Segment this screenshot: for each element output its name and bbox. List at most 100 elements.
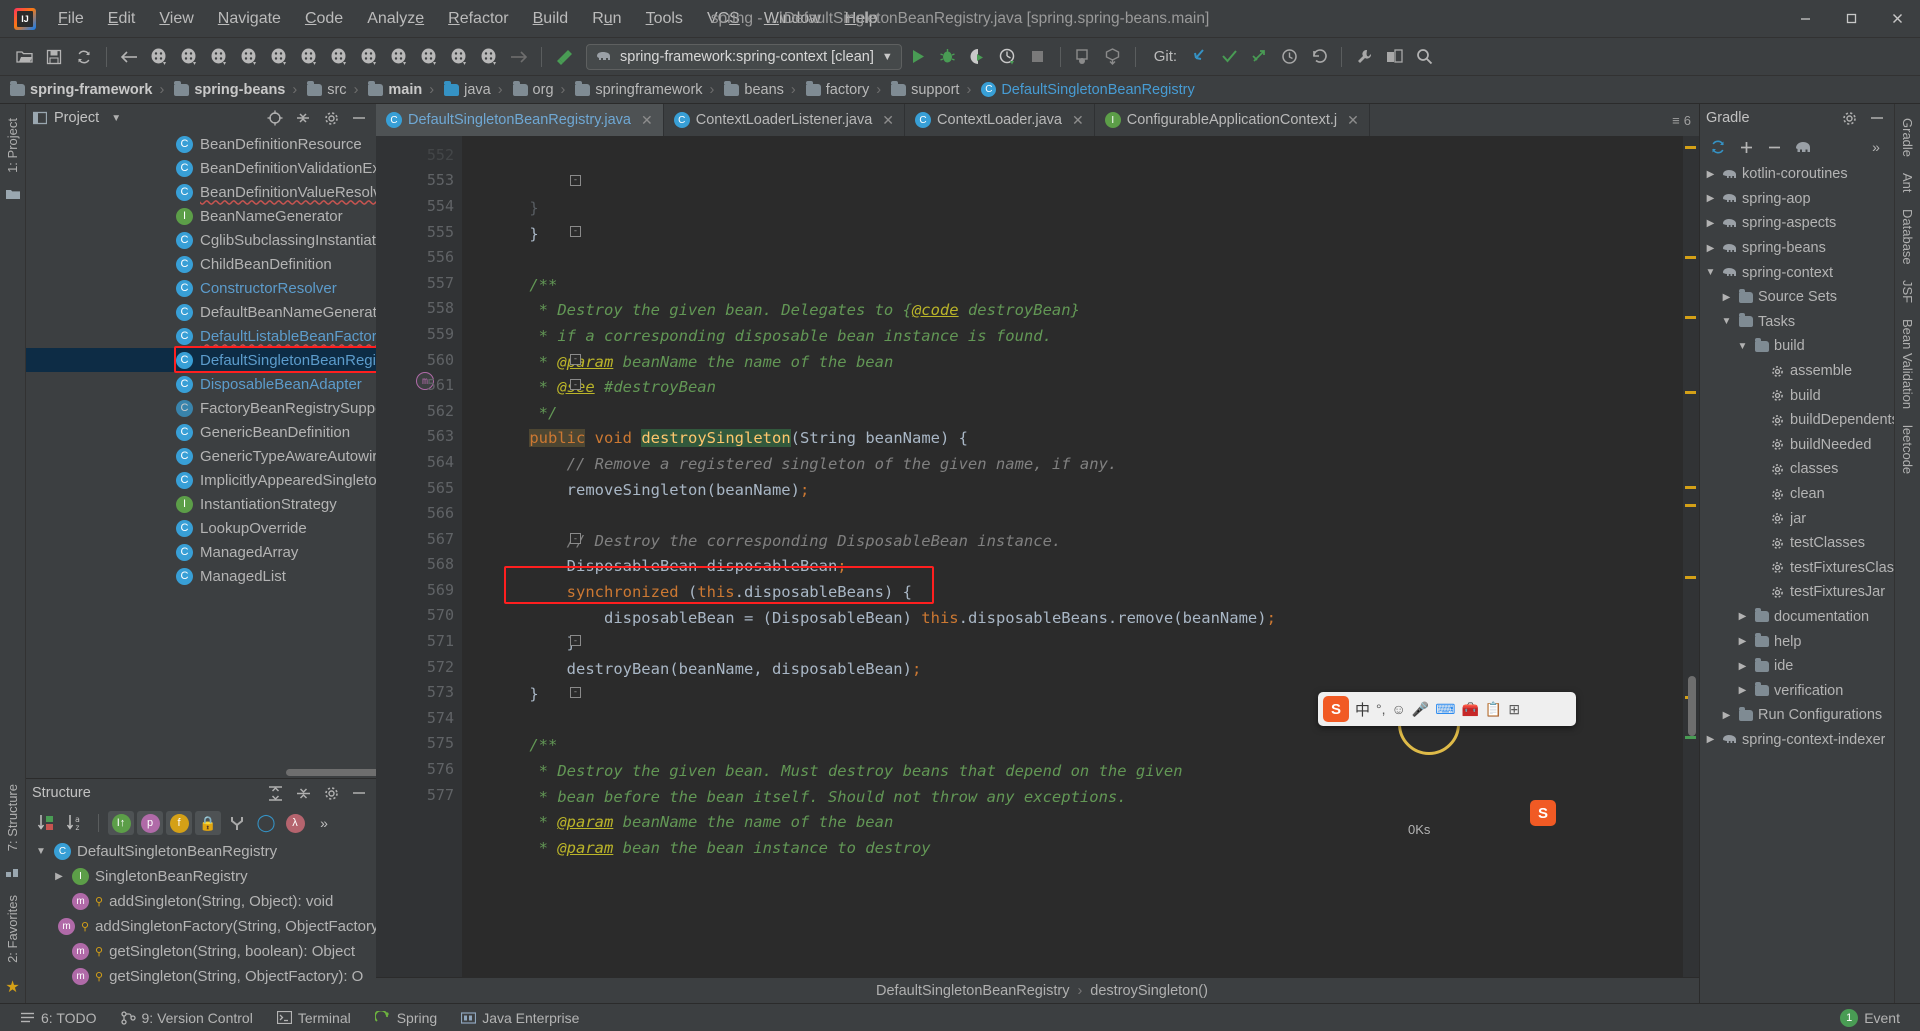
gradle-tree-item-buildNeeded[interactable]: buildNeeded bbox=[1700, 433, 1894, 458]
rail-structure-button[interactable]: 7: Structure bbox=[5, 776, 20, 859]
project-panel-chevron-down-icon[interactable]: ▼ bbox=[105, 107, 127, 129]
menu-item-run[interactable]: Run bbox=[580, 5, 633, 33]
expand-arrow-icon[interactable]: ▼ bbox=[1736, 341, 1749, 352]
code-fold-icon[interactable]: - bbox=[570, 174, 581, 186]
menu-item-window[interactable]: Window bbox=[752, 5, 833, 33]
gradle-tree-item-spring-aop[interactable]: ▶ spring-aop bbox=[1700, 187, 1894, 212]
compile-icon-11[interactable] bbox=[445, 44, 473, 70]
tree-item-DefaultBeanNameGenerator[interactable]: C DefaultBeanNameGenerator bbox=[26, 300, 376, 324]
ime-menu-icon[interactable]: ⊞ bbox=[1508, 701, 1520, 718]
show-fields-icon[interactable]: f bbox=[166, 811, 192, 835]
compile-icon-8[interactable] bbox=[355, 44, 383, 70]
line-number[interactable]: 558 bbox=[376, 296, 462, 322]
line-number[interactable]: 563 bbox=[376, 424, 462, 450]
gradle-tree-item-assemble[interactable]: assemble bbox=[1700, 359, 1894, 384]
right-rail-bean-validation[interactable]: Bean Validation bbox=[1900, 311, 1915, 417]
ime-voice-icon[interactable]: 🎤 bbox=[1412, 701, 1429, 718]
update-project-icon[interactable] bbox=[1069, 44, 1097, 70]
line-number[interactable]: 569 bbox=[376, 577, 462, 603]
tree-item-CglibSubclassingInstantiationStra[interactable]: C CglibSubclassingInstantiationStra bbox=[26, 228, 376, 252]
breadcrumb-item-factory[interactable]: factory › bbox=[802, 80, 887, 98]
breadcrumb-item-defaultsingletonbeanregistry[interactable]: C DefaultSingletonBeanRegistry bbox=[977, 82, 1198, 98]
tree-item-ImplicitlyAppearedSingletonExcep[interactable]: C ImplicitlyAppearedSingletonExcep bbox=[26, 468, 376, 492]
sort-by-visibility-icon[interactable] bbox=[34, 811, 60, 835]
gradle-tree-item-clean[interactable]: clean bbox=[1700, 482, 1894, 507]
compile-icon-1[interactable] bbox=[145, 44, 173, 70]
code-line[interactable]: /** bbox=[462, 273, 1683, 299]
gradle-tree-item-testClasses[interactable]: testClasses bbox=[1700, 531, 1894, 556]
git-update-icon[interactable] bbox=[1185, 44, 1213, 70]
hide-structure-icon[interactable] bbox=[348, 782, 370, 804]
tree-item-BeanDefinitionValidationExceptio[interactable]: C BeanDefinitionValidationExceptio bbox=[26, 156, 376, 180]
breadcrumb-item-beans[interactable]: beans › bbox=[720, 80, 801, 98]
breadcrumb-item-java[interactable]: java › bbox=[440, 80, 508, 98]
breadcrumb-item-support[interactable]: support › bbox=[887, 80, 977, 98]
gradle-tree-item-spring-context[interactable]: ▼ spring-context bbox=[1700, 260, 1894, 285]
close-icon[interactable]: ✕ bbox=[1347, 112, 1359, 129]
gradle-tree-item-classes[interactable]: classes bbox=[1700, 457, 1894, 482]
close-icon[interactable]: ✕ bbox=[1072, 112, 1084, 129]
right-rail-ant[interactable]: Ant bbox=[1900, 165, 1915, 201]
breadcrumb-item-springframework[interactable]: springframework › bbox=[571, 80, 720, 98]
status-java-enterprise[interactable]: Java Enterprise bbox=[451, 1010, 589, 1026]
navigate-back-icon[interactable] bbox=[115, 44, 143, 70]
sogou-tray-icon[interactable]: S bbox=[1530, 800, 1556, 826]
structure-item[interactable]: m ⚲ getSingleton(String, ObjectFactory): O bbox=[26, 964, 376, 989]
collapse-all-icon[interactable] bbox=[292, 107, 314, 129]
gradle-tree-item-testFixturesJar[interactable]: testFixturesJar bbox=[1700, 580, 1894, 605]
ime-clipboard-icon[interactable]: 📋 bbox=[1485, 701, 1502, 718]
line-number[interactable]: 570 bbox=[376, 603, 462, 629]
project-tree-hscrollbar[interactable] bbox=[286, 769, 376, 776]
line-number[interactable]: 562 bbox=[376, 398, 462, 424]
status-todo[interactable]: 6: TODO bbox=[10, 1010, 107, 1026]
tab-list-icon[interactable]: ≡ bbox=[1672, 113, 1680, 128]
line-number[interactable]: 565 bbox=[376, 475, 462, 501]
code-line[interactable]: // Destroy the corresponding DisposableB… bbox=[462, 529, 1683, 555]
tree-item-LookupOverride[interactable]: C LookupOverride bbox=[26, 516, 376, 540]
menu-item-vcs[interactable]: VCS bbox=[695, 5, 752, 33]
ime-emoji-icon[interactable]: ☺ bbox=[1392, 701, 1406, 717]
line-number[interactable]: 572 bbox=[376, 654, 462, 680]
line-number[interactable]: 561 bbox=[376, 372, 462, 398]
expand-arrow-icon[interactable]: ▶ bbox=[1704, 193, 1717, 204]
git-commit-check-icon[interactable] bbox=[1215, 44, 1243, 70]
rail-structure-icon[interactable] bbox=[6, 865, 19, 881]
close-button[interactable] bbox=[1874, 0, 1920, 38]
gradle-tree-item-Tasks[interactable]: ▼ Tasks bbox=[1700, 310, 1894, 335]
line-number[interactable]: 560 bbox=[376, 347, 462, 373]
code-line[interactable] bbox=[462, 247, 1683, 273]
line-number-gutter[interactable]: m 552 553 554 555 556 557 558 559 560 561 562 563 56… bbox=[376, 136, 462, 977]
gradle-tree-item-spring-aspects[interactable]: ▶ spring-aspects bbox=[1700, 211, 1894, 236]
tree-item-ManagedList[interactable]: C ManagedList bbox=[26, 564, 376, 588]
hide-panel-icon[interactable] bbox=[348, 107, 370, 129]
gradle-tree-item-documentation[interactable]: ▶ documentation bbox=[1700, 605, 1894, 630]
sogou-logo-icon[interactable]: S bbox=[1323, 696, 1349, 722]
expand-arrow-icon[interactable]: ▶ bbox=[1720, 710, 1733, 721]
right-rail-gradle[interactable]: Gradle bbox=[1900, 110, 1915, 165]
project-structure-icon[interactable] bbox=[1380, 44, 1408, 70]
expand-arrow-icon[interactable]: ▶ bbox=[1704, 243, 1717, 254]
code-line[interactable]: // Remove a registered singleton of the … bbox=[462, 452, 1683, 478]
expand-arrow-icon[interactable]: ▶ bbox=[1736, 636, 1749, 647]
line-number[interactable]: 554 bbox=[376, 193, 462, 219]
editor-path-segment[interactable]: destroySingleton() bbox=[1090, 983, 1208, 999]
gradle-refresh-icon[interactable] bbox=[1706, 135, 1730, 159]
compile-icon-5[interactable] bbox=[265, 44, 293, 70]
run-button[interactable] bbox=[904, 44, 932, 70]
gradle-tree-item-build[interactable]: build bbox=[1700, 383, 1894, 408]
structure-tree[interactable]: ▼ C DefaultSingletonBeanRegistry ▶ I Singleto… bbox=[26, 839, 376, 1003]
code-line[interactable]: } bbox=[462, 631, 1683, 657]
gradle-run-task-icon[interactable] bbox=[1790, 135, 1814, 159]
git-history-icon[interactable] bbox=[1275, 44, 1303, 70]
right-rail-jsf[interactable]: JSF bbox=[1900, 272, 1915, 311]
code-line[interactable]: * @param bean the bean instance to destr… bbox=[462, 836, 1683, 862]
code-line[interactable]: * @see #destroyBean bbox=[462, 375, 1683, 401]
tree-item-ManagedArray[interactable]: C ManagedArray bbox=[26, 540, 376, 564]
code-line[interactable]: * if a corresponding disposable bean ins… bbox=[462, 324, 1683, 350]
tree-item-BeanDefinitionValueResolver[interactable]: C BeanDefinitionValueResolver bbox=[26, 180, 376, 204]
gradle-tree-item-Run-Configurations[interactable]: ▶ Run Configurations bbox=[1700, 703, 1894, 728]
gradle-settings-gear-icon[interactable] bbox=[1838, 107, 1860, 129]
show-interfaces-icon[interactable]: ◯ bbox=[253, 811, 279, 835]
code-content[interactable]: } } /** * Destroy the given bean. Delega… bbox=[462, 136, 1683, 977]
menu-item-navigate[interactable]: Navigate bbox=[206, 5, 293, 33]
